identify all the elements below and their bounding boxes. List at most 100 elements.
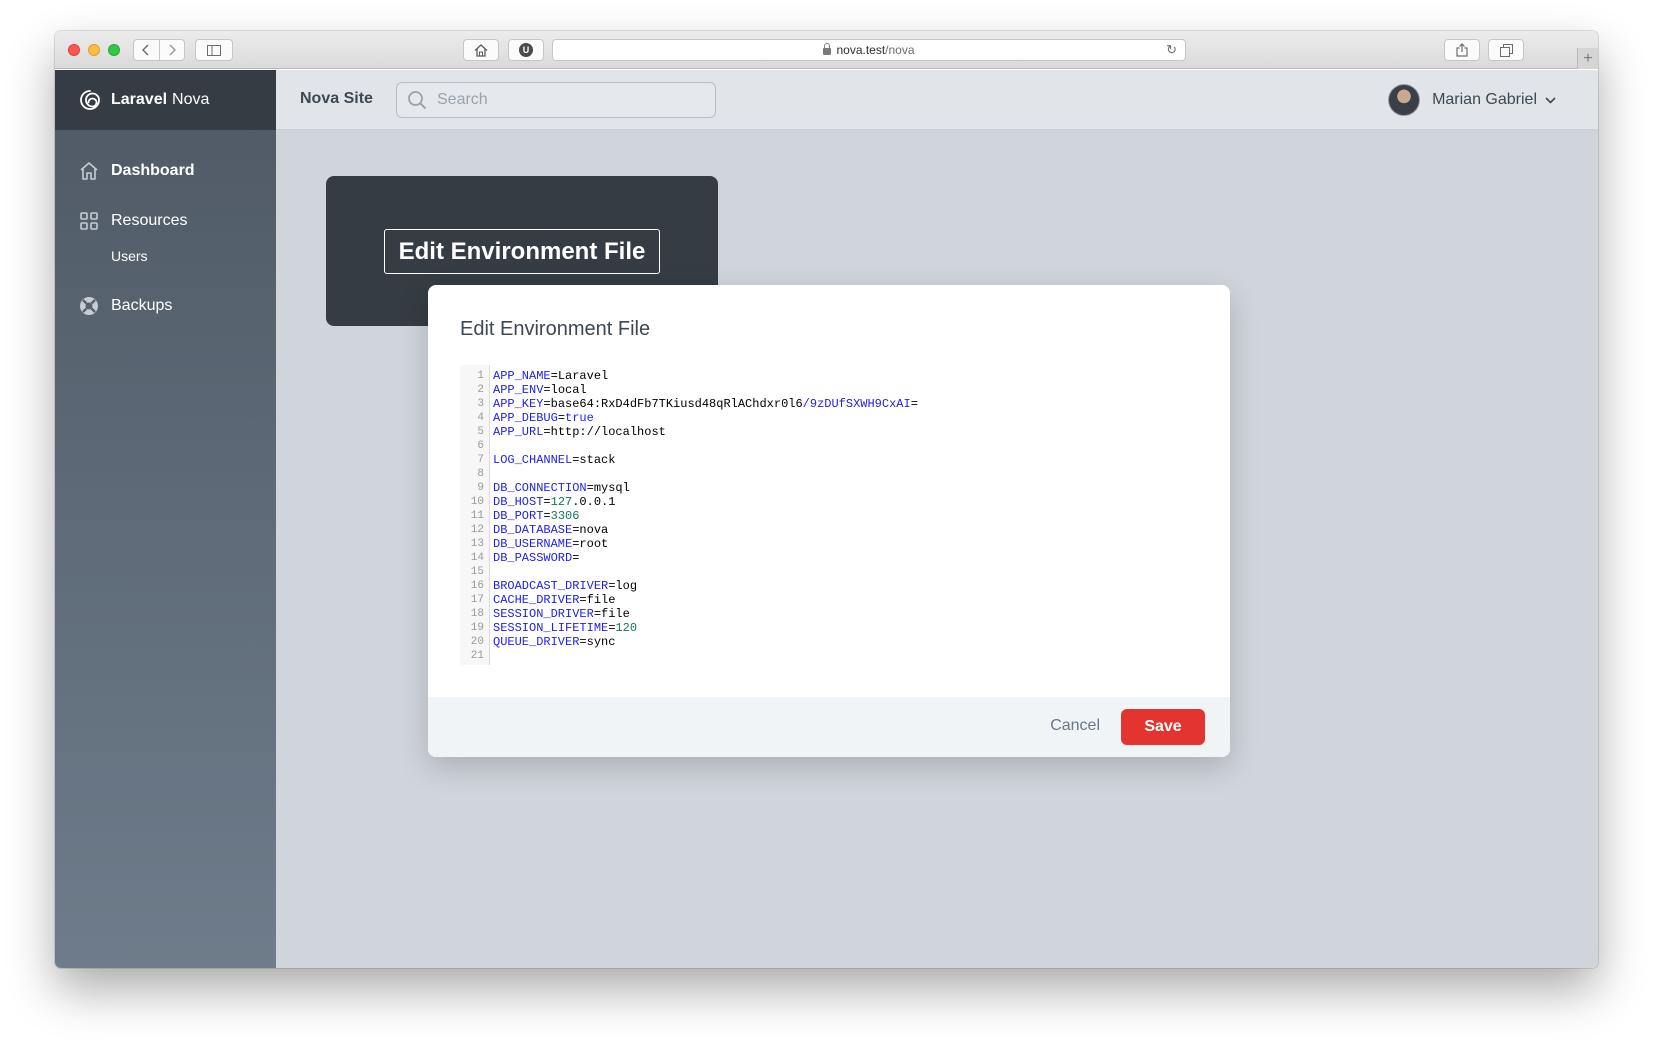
avatar	[1388, 84, 1421, 116]
code-line: APP_NAME=Laravel	[493, 369, 609, 383]
code-editor[interactable]: 1 2 3 4 5 6 7 8 9 10 11 12 13 14 15 16 17 18 19 20 21 APP_NA…	[460, 365, 1200, 665]
env-value: stack	[579, 453, 616, 467]
env-value: nova	[579, 523, 609, 537]
sidebar-toggle-button[interactable]	[195, 39, 233, 61]
tabs-icon	[1499, 43, 1513, 57]
line-number: 5	[477, 426, 484, 438]
env-value: sync	[586, 635, 616, 649]
sidebar-icon	[207, 44, 221, 56]
share-icon	[1456, 43, 1468, 57]
line-number: 21	[470, 650, 484, 662]
extension-button[interactable]: U	[508, 39, 544, 61]
env-value: base64:RxD4dFb7TKiusd48qRlAChdxr0l6	[550, 397, 803, 411]
sidebar-item-dashboard[interactable]: Dashboard	[55, 158, 276, 184]
code-line: APP_DEBUG=true	[493, 411, 594, 425]
line-number: 13	[470, 538, 484, 550]
line-number: 15	[470, 566, 484, 578]
env-key: LOG_CHANNEL	[493, 453, 573, 467]
search-icon	[408, 91, 427, 110]
chevron-left-icon	[142, 44, 149, 56]
search-input[interactable]	[437, 91, 697, 109]
user-menu[interactable]: Marian Gabriel	[1388, 84, 1556, 116]
back-button[interactable]	[134, 40, 159, 60]
code-line: SESSION_LIFETIME=120	[493, 621, 638, 635]
env-value: file	[601, 607, 630, 621]
env-value: root	[579, 537, 609, 551]
env-key: DB_DATABASE	[493, 523, 573, 537]
address-bar[interactable]: nova.test/nova ↻	[552, 39, 1186, 61]
home-icon	[474, 43, 488, 57]
sidebar-item-resources[interactable]: Resources	[55, 208, 276, 234]
edit-env-file-button[interactable]: Edit Environment File	[384, 229, 660, 274]
code-line: DB_HOST=127.0.0.1	[493, 495, 616, 509]
sidebar-item-label: Dashboard	[111, 162, 195, 179]
env-value: http://localhost	[550, 425, 666, 439]
history-nav	[133, 39, 185, 61]
env-key: DB_PORT	[493, 509, 544, 523]
show-tabs-button[interactable]	[1488, 39, 1524, 61]
code-line: DB_PORT=3306	[493, 509, 580, 523]
cancel-button[interactable]: Cancel	[1050, 717, 1100, 735]
code-line: CACHE_DRIVER=file	[493, 593, 616, 607]
minimize-window-button[interactable]	[88, 44, 100, 56]
global-search[interactable]	[396, 82, 716, 118]
env-value-highlight: /9zDUfSXWH9CxAI	[802, 397, 911, 411]
sidebar-item-users[interactable]: Users	[55, 248, 276, 268]
reload-icon[interactable]: ↻	[1166, 42, 1177, 58]
lock-icon	[823, 42, 832, 55]
lifebuoy-icon	[80, 297, 98, 315]
env-key: DB_USERNAME	[493, 537, 573, 551]
line-number: 3	[477, 398, 484, 410]
close-window-button[interactable]	[68, 44, 80, 56]
brand-name-bold: Laravel	[111, 91, 168, 108]
line-number: 18	[470, 608, 484, 620]
home-button[interactable]	[463, 39, 499, 61]
env-key: SESSION_LIFETIME	[493, 621, 609, 635]
code-line: DB_PASSWORD=	[493, 551, 580, 565]
brand-name-light: Nova	[172, 91, 210, 108]
modal-title: Edit Environment File	[460, 318, 651, 340]
env-key: APP_ENV	[493, 383, 544, 397]
share-button[interactable]	[1444, 39, 1480, 61]
forward-button[interactable]	[158, 40, 185, 60]
env-value: 120	[615, 621, 638, 635]
line-number: 12	[470, 524, 484, 536]
new-tab-button[interactable]: +	[1577, 48, 1598, 69]
nova-app: Laravel Nova Dashboard Resources Users B…	[55, 70, 1598, 968]
line-number: 14	[470, 552, 484, 564]
env-key: APP_KEY	[493, 397, 544, 411]
env-value: log	[615, 579, 638, 593]
line-number: 6	[477, 440, 484, 452]
line-number: 4	[477, 412, 484, 424]
sidebar-item-backups[interactable]: Backups	[55, 293, 276, 319]
code-line: DB_USERNAME=root	[493, 537, 609, 551]
code-line: DB_DATABASE=nova	[493, 523, 609, 537]
zoom-window-button[interactable]	[108, 44, 120, 56]
env-key: DB_CONNECTION	[493, 481, 587, 495]
env-key: CACHE_DRIVER	[493, 593, 580, 607]
save-button[interactable]: Save	[1121, 709, 1205, 745]
env-key: APP_DEBUG	[493, 411, 558, 425]
site-name[interactable]: Nova Site	[300, 90, 373, 108]
env-value: Laravel	[557, 369, 609, 383]
home-icon	[80, 162, 98, 180]
env-key: QUEUE_DRIVER	[493, 635, 580, 649]
code-line: DB_CONNECTION=mysql	[493, 481, 630, 495]
line-number-gutter: 1 2 3 4 5 6 7 8 9 10 11 12 13 14 15 16 17 18 19 20 21	[460, 365, 490, 665]
line-number: 2	[477, 384, 484, 396]
line-number: 1	[477, 370, 484, 382]
extension-u-icon: U	[519, 43, 533, 57]
env-key: SESSION_DRIVER	[493, 607, 594, 621]
code-line: LOG_CHANNEL=stack	[493, 453, 616, 467]
line-number: 8	[477, 468, 484, 480]
code-content[interactable]: APP_NAME=Laravel APP_ENV=local APP_KEY=bas…	[490, 365, 918, 665]
chevron-down-icon	[1545, 96, 1556, 104]
url-path: /nova	[885, 43, 915, 57]
brand-logo[interactable]: Laravel Nova	[55, 70, 276, 130]
sidebar-item-label: Resources	[111, 212, 188, 229]
env-value: local	[550, 383, 587, 397]
grid-icon	[80, 212, 98, 230]
